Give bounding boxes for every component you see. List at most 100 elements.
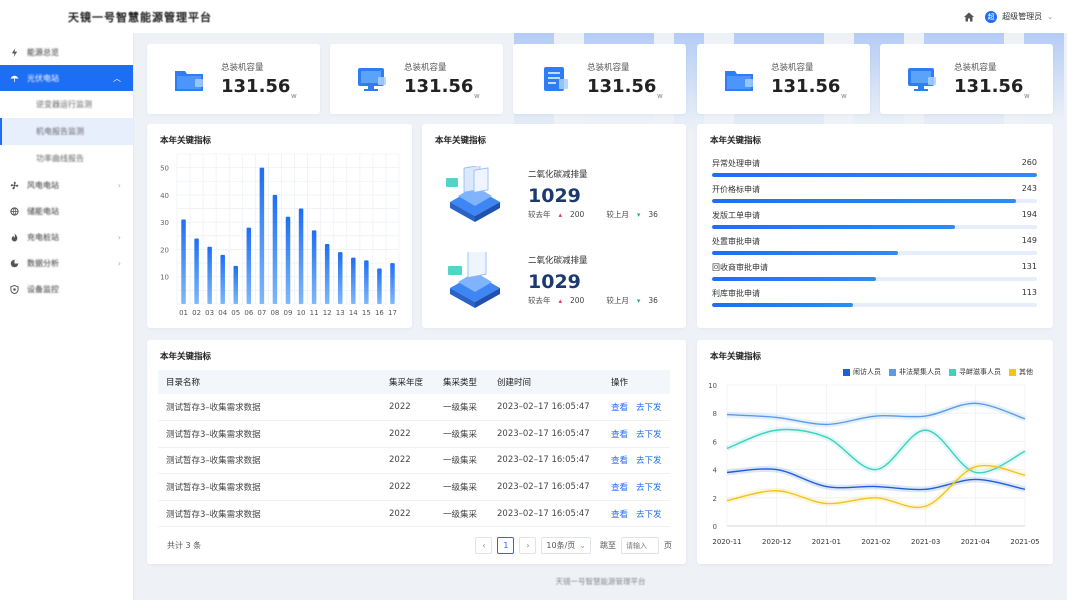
view-link[interactable]: 查看: [611, 510, 628, 520]
avatar: 超: [985, 10, 998, 23]
monitor-icon: [906, 65, 938, 93]
bar: [207, 246, 212, 304]
top-bar: 天镜一号智慧能源管理平台 超 超级管理员 ⌄: [0, 0, 1067, 33]
x-tick-label: 05: [231, 309, 240, 317]
column-header: 集采年度: [381, 370, 435, 394]
progress-row: 回收商审批申请 131: [712, 262, 1037, 281]
table-actions: 查看 去下发: [603, 394, 670, 422]
sidebar-item-analysis[interactable]: 数据分析 ›: [0, 250, 133, 276]
yoy-value: 200: [570, 296, 585, 305]
co2-value: 1029: [528, 185, 581, 207]
progress-value: 243: [1021, 184, 1037, 193]
jump-input[interactable]: [621, 537, 659, 554]
table-cell: 2023–02–17 16:05:47: [489, 447, 603, 475]
progress-row: 利库审批申请 113: [712, 288, 1037, 307]
column-header: 目录名称: [158, 370, 381, 394]
page-size-select[interactable]: 10条/页 ⌄: [541, 537, 591, 554]
sidebar-item-wind[interactable]: 风电电站 ›: [0, 172, 133, 198]
progress-panel: 本年关键指标 异常处理申请 260 开价格标申请 243 发版工单申请 194 处置审批申请…: [697, 124, 1053, 328]
server-stack-icon: [448, 252, 500, 308]
sidebar-item-pv[interactable]: 光伏电站 ︿: [0, 65, 133, 91]
table-header-row: 目录名称 集采年度 集采类型 创建时间 操作: [158, 370, 670, 394]
x-tick-label: 13: [336, 309, 345, 317]
page-size-value: 10条/页: [546, 541, 576, 550]
view-link[interactable]: 查看: [611, 403, 628, 413]
issue-link[interactable]: 去下发: [636, 403, 662, 413]
view-link[interactable]: 查看: [611, 483, 628, 493]
panel-title: 本年关键指标: [710, 136, 762, 146]
fan-icon: [10, 181, 19, 189]
stat-card-1: 总装机容量 131.56 w: [147, 44, 320, 114]
table-row: 测试暂存3–收集需求数据 2022 一级集采 2023–02–17 16:05:47 查…: [158, 500, 670, 528]
stat-unit: w: [841, 92, 847, 100]
sidebar-subitem-inverter[interactable]: 逆变器运行监测: [0, 91, 133, 118]
yoy-label: 较去年: [528, 296, 551, 305]
stat-card-5: 总装机容量 131.56 w: [880, 44, 1053, 114]
prev-page-button[interactable]: ‹: [475, 537, 493, 554]
table-cell: 2023–02–17 16:05:47: [489, 500, 603, 528]
table-cell: 一级集采: [435, 500, 489, 528]
x-tick-label: 02: [192, 309, 201, 317]
progress-fill: [712, 277, 876, 281]
progress-track: [712, 303, 1037, 307]
sidebar-subitem-curve[interactable]: 功率曲线报告: [0, 145, 133, 172]
table-cell: 2022: [381, 447, 435, 475]
progress-label: 发版工单申请: [712, 211, 760, 220]
progress-label: 回收商审批申请: [712, 263, 768, 272]
sidebar-item-monitor[interactable]: 设备监控: [0, 276, 133, 302]
column-header: 集采类型: [435, 370, 489, 394]
stat-unit: w: [291, 92, 297, 100]
issue-link[interactable]: 去下发: [636, 510, 662, 520]
sidebar-item-label: 能源总览: [27, 47, 59, 57]
data-table: 目录名称 集采年度 集采类型 创建时间 操作 测试暂存3–收集需求数据 2022 一…: [158, 370, 670, 528]
chevron-up-icon: ︿: [113, 73, 121, 83]
stat-label: 总装机容量: [587, 63, 630, 73]
stat-unit: w: [474, 92, 480, 100]
down-arrow-icon: ▾: [636, 210, 641, 219]
table-cell: 一级集采: [435, 394, 489, 422]
view-link[interactable]: 查看: [611, 430, 628, 440]
yoy-value: 200: [570, 210, 585, 219]
table-cell: 测试暂存3–收集需求数据: [158, 420, 381, 448]
progress-value: 113: [1021, 288, 1037, 297]
stat-label: 总装机容量: [771, 63, 814, 73]
y-tick-label: 20: [160, 246, 169, 254]
bar: [390, 263, 395, 304]
user-menu[interactable]: 超 超级管理员 ⌄: [985, 10, 1053, 23]
chart-icon: [10, 259, 19, 267]
sidebar-item-label: 光伏电站: [27, 73, 59, 83]
x-tick-label: 07: [257, 309, 266, 317]
y-tick-label: 2: [713, 495, 717, 503]
bar: [298, 208, 304, 304]
sidebar-item-storage[interactable]: 储能电站: [0, 198, 133, 224]
sidebar-item-charging[interactable]: 充电桩站 ›: [0, 224, 133, 250]
table-cell: 一级集采: [435, 420, 489, 448]
issue-link[interactable]: 去下发: [636, 456, 662, 466]
next-page-button[interactable]: ›: [519, 537, 537, 554]
table-cell: 2023–02–17 16:05:47: [489, 420, 603, 448]
sidebar-subitem-report[interactable]: 机电报告监测: [0, 118, 133, 145]
progress-value: 260: [1021, 158, 1037, 167]
table-actions: 查看 去下发: [603, 447, 670, 475]
up-arrow-icon: ▴: [558, 296, 563, 305]
panel-title: 本年关键指标: [160, 352, 212, 362]
progress-label: 开价格标申请: [712, 185, 760, 194]
table-actions: 查看 去下发: [603, 473, 670, 501]
issue-link[interactable]: 去下发: [636, 483, 662, 493]
bar: [337, 252, 343, 304]
stat-card-3: 总装机容量 131.56 w: [513, 44, 686, 114]
view-link[interactable]: 查看: [611, 456, 628, 466]
mom-label: 较上月: [606, 296, 629, 305]
bar: [220, 254, 225, 304]
table-row: 测试暂存3–收集需求数据 2022 一级集采 2023–02–17 16:05:47 查…: [158, 473, 670, 501]
sidebar-item-label: 充电桩站: [27, 232, 59, 242]
page-button[interactable]: 1: [497, 537, 515, 554]
mom-value: 36: [648, 210, 658, 219]
table-cell: 2022: [381, 500, 435, 528]
x-tick-label: 03: [205, 309, 214, 317]
issue-link[interactable]: 去下发: [636, 430, 662, 440]
line-chart: 0 2 4 6 8 10 2020-11 2020-12 2021-01 2021-02 2021-…: [708, 382, 1040, 546]
page-unit: 页: [664, 541, 672, 550]
home-icon[interactable]: [963, 11, 975, 23]
sidebar-item-overview[interactable]: 能源总览: [0, 39, 133, 65]
